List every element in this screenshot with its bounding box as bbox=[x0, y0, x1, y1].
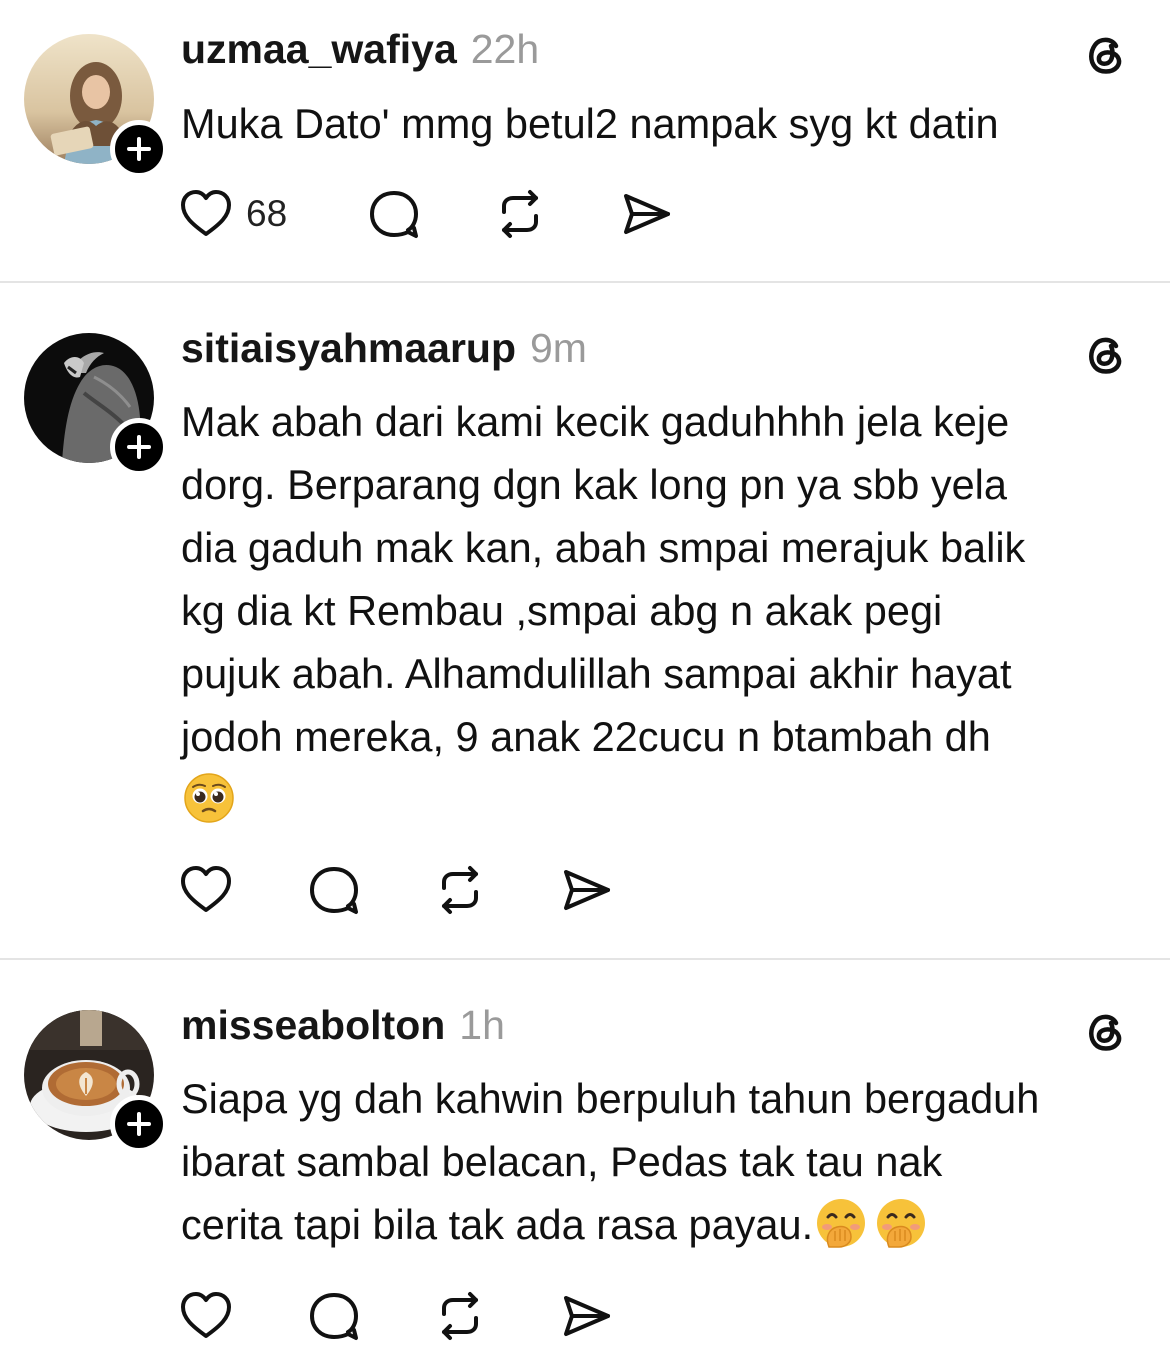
text-line: dorg. Berparang dgn kak long pn ya sbb y… bbox=[181, 461, 1007, 508]
text-line: jodoh mereka, 9 anak 22cucu n btambah dh bbox=[181, 713, 991, 760]
text-line: cerita tapi bila tak ada rasa payau. bbox=[181, 1193, 1156, 1256]
text-line: Siapa yg dah kahwin berpuluh tahun berga… bbox=[181, 1075, 1040, 1122]
repost-button[interactable] bbox=[432, 1286, 488, 1346]
post-header: sitiaisyahmaarup 9m bbox=[181, 325, 587, 372]
heart-icon bbox=[181, 866, 231, 912]
threads-logo-icon[interactable] bbox=[1082, 1007, 1130, 1055]
follow-plus-icon[interactable] bbox=[110, 120, 168, 178]
like-button[interactable] bbox=[178, 860, 234, 920]
timestamp: 22h bbox=[470, 26, 540, 72]
timestamp: 9m bbox=[530, 325, 587, 371]
username[interactable]: uzmaa_wafiya bbox=[181, 26, 457, 73]
text-line: Muka Dato' mmg betul2 nampak syg kt dati… bbox=[181, 100, 999, 147]
like-count: 68 bbox=[246, 193, 288, 234]
text-line: pujuk abah. Alhamdulillah sampai akhir h… bbox=[181, 650, 1012, 697]
post-text: Mak abah dari kami kecik gaduhhhh jela k… bbox=[181, 390, 1156, 831]
post-header: misseabolton 1h bbox=[181, 1002, 505, 1049]
username[interactable]: misseabolton bbox=[181, 1002, 445, 1049]
emoji-line bbox=[181, 768, 1156, 831]
face-with-hand-over-mouth-emoji bbox=[817, 1199, 866, 1248]
repost-icon bbox=[442, 1292, 478, 1340]
text-line: ibarat sambal belacan, Pedas tak tau nak bbox=[181, 1138, 943, 1185]
post-1: uzmaa_wafiya 22h Muka Dato' mmg betul2 n… bbox=[0, 0, 1170, 282]
text-line: kg dia kt Rembau ,smpai abg n akak pegi bbox=[181, 587, 943, 634]
repost-icon bbox=[502, 190, 538, 238]
action-bar bbox=[178, 1286, 618, 1346]
username[interactable]: sitiaisyahmaarup bbox=[181, 325, 516, 372]
follow-plus-icon[interactable] bbox=[110, 1095, 168, 1153]
post-3: misseabolton 1h Siapa yg dah kahwin berp… bbox=[0, 960, 1170, 1372]
text-line: dia gaduh mak kan, abah smpai merajuk ba… bbox=[181, 524, 1026, 571]
pleading-face-emoji bbox=[184, 773, 234, 823]
threads-logo-icon[interactable] bbox=[1082, 330, 1130, 378]
threads-logo-icon[interactable] bbox=[1082, 30, 1130, 78]
follow-plus-icon[interactable] bbox=[110, 418, 168, 476]
text-line: Mak abah dari kami kecik gaduhhhh jela k… bbox=[181, 398, 1010, 445]
post-2: sitiaisyahmaarup 9m Mak abah dari kami k… bbox=[0, 283, 1170, 959]
share-icon bbox=[564, 1296, 610, 1336]
text-segment: cerita tapi bila tak ada rasa payau. bbox=[181, 1201, 814, 1248]
repost-button[interactable] bbox=[432, 860, 488, 920]
face-with-hand-over-mouth-emoji bbox=[877, 1199, 926, 1248]
timestamp: 1h bbox=[459, 1002, 505, 1048]
share-button[interactable] bbox=[558, 860, 614, 920]
comment-icon bbox=[310, 1293, 358, 1340]
comment-icon bbox=[370, 191, 418, 238]
like-button[interactable] bbox=[178, 1286, 234, 1346]
share-icon bbox=[624, 194, 670, 234]
like-button[interactable]: 68 bbox=[178, 184, 287, 244]
post-header: uzmaa_wafiya 22h bbox=[181, 26, 539, 73]
repost-icon bbox=[442, 866, 478, 914]
comment-icon bbox=[310, 867, 358, 914]
share-button[interactable] bbox=[618, 184, 674, 244]
heart-icon bbox=[181, 1292, 231, 1338]
action-bar bbox=[178, 860, 618, 920]
comment-button[interactable] bbox=[306, 1286, 362, 1346]
repost-button[interactable] bbox=[492, 184, 548, 244]
share-button[interactable] bbox=[558, 1286, 614, 1346]
comment-button[interactable] bbox=[306, 860, 362, 920]
comment-button[interactable] bbox=[366, 184, 422, 244]
post-text: Siapa yg dah kahwin berpuluh tahun berga… bbox=[181, 1067, 1156, 1256]
action-bar: 68 bbox=[178, 184, 678, 244]
heart-icon bbox=[181, 190, 231, 236]
post-text: Muka Dato' mmg betul2 nampak syg kt dati… bbox=[181, 92, 1156, 155]
share-icon bbox=[564, 870, 610, 910]
